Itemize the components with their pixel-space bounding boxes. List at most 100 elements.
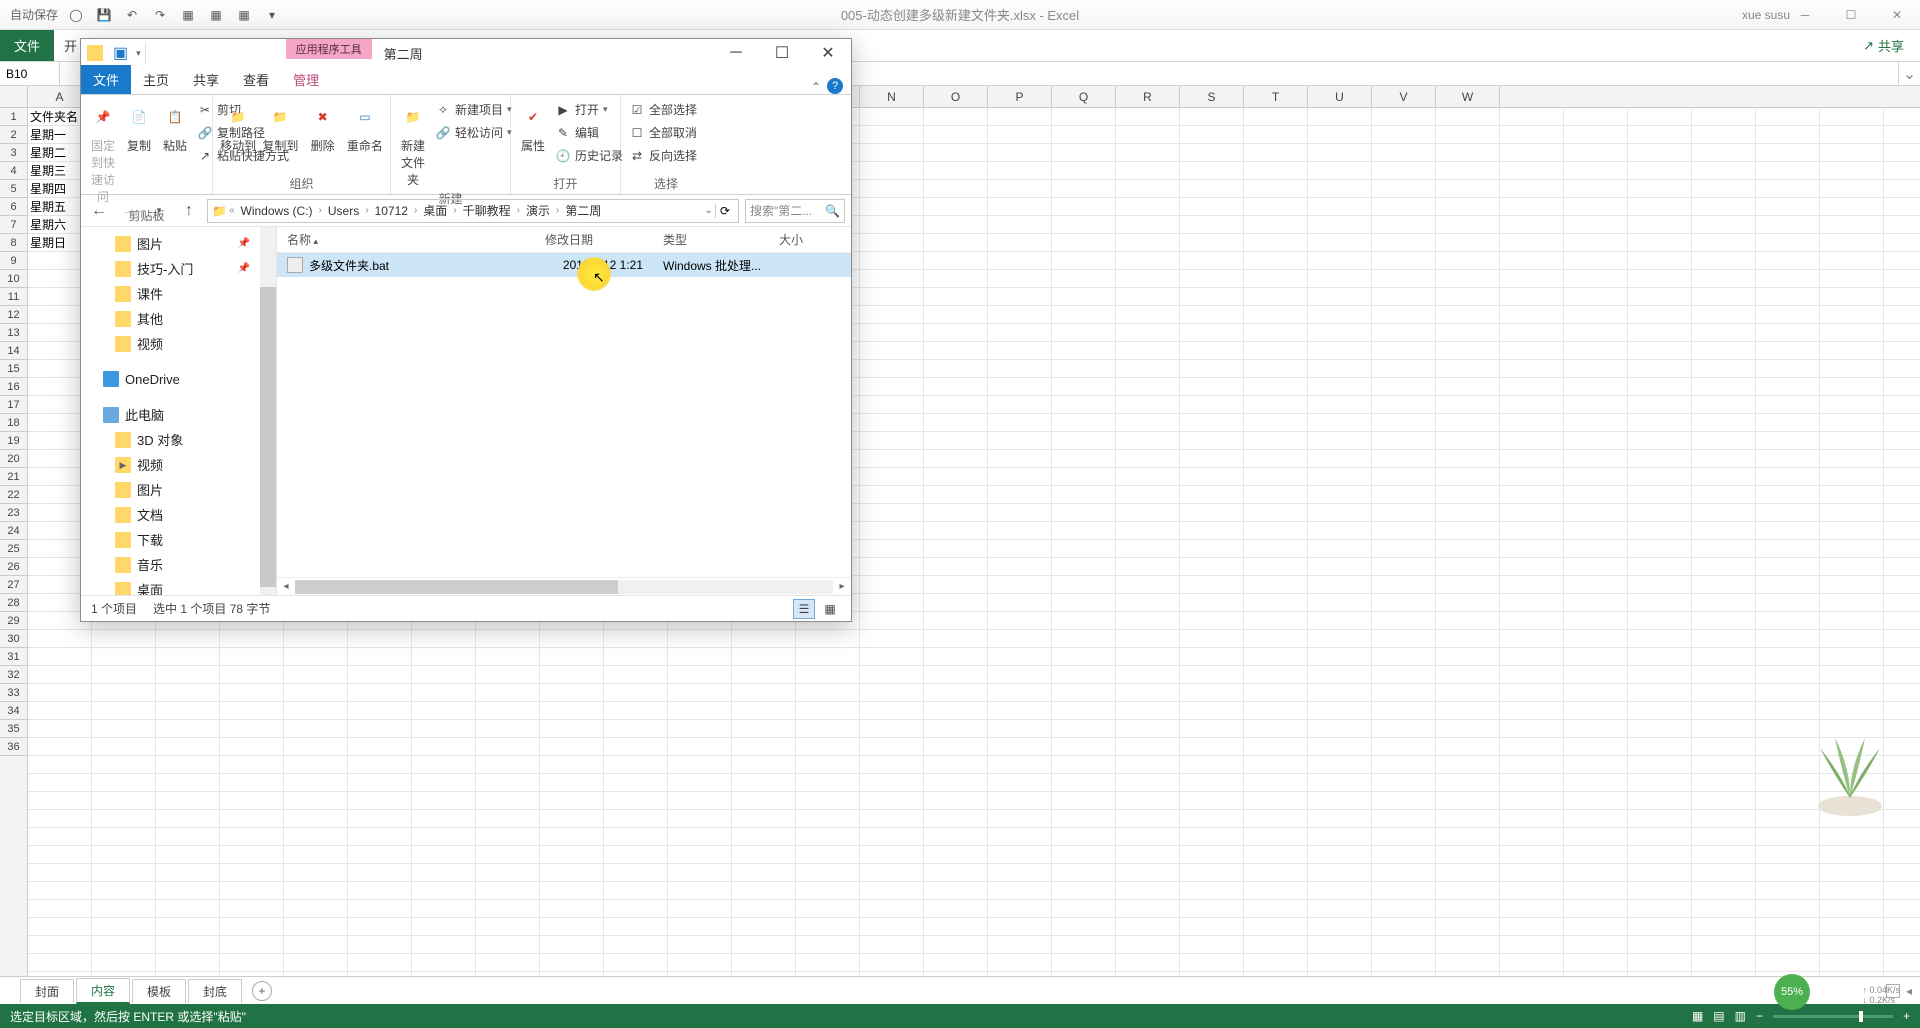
cell-A5[interactable]: 星期四 xyxy=(28,180,68,198)
nav-item-0[interactable]: 图片📌 xyxy=(81,231,276,256)
col-U[interactable]: U xyxy=(1308,86,1372,107)
row-32[interactable]: 32 xyxy=(0,666,27,684)
row-3[interactable]: 3 xyxy=(0,144,27,162)
nav-up-button[interactable]: ↑ xyxy=(177,199,201,223)
hscroll-left[interactable]: ◂ xyxy=(277,581,295,592)
hscroll-thumb[interactable] xyxy=(295,580,618,594)
cell-A1[interactable]: 文件夹名 xyxy=(28,108,80,126)
qat-dd-icon[interactable]: ▾ xyxy=(136,48,141,59)
sheet-tab-0[interactable]: 封面 xyxy=(20,979,74,1003)
open-button[interactable]: ▶打开 xyxy=(553,99,625,120)
col-name[interactable]: 名称 xyxy=(277,231,535,248)
hscroll-right[interactable]: ▸ xyxy=(833,581,851,592)
nav-item-12[interactable]: 音乐 xyxy=(81,552,276,577)
qat-btn-3[interactable]: ▦ xyxy=(234,5,254,25)
view-pagelayout-icon[interactable]: ▤ xyxy=(1713,1009,1724,1023)
row-5[interactable]: 5 xyxy=(0,180,27,198)
rename-button[interactable]: ▭重命名 xyxy=(346,99,384,154)
explorer-close-button[interactable]: ✕ xyxy=(805,39,851,67)
row-16[interactable]: 16 xyxy=(0,378,27,396)
row-8[interactable]: 8 xyxy=(0,234,27,252)
row-36[interactable]: 36 xyxy=(0,738,27,756)
cell-A8[interactable]: 星期日 xyxy=(28,234,68,252)
row-14[interactable]: 14 xyxy=(0,342,27,360)
select-none-button[interactable]: ☐全部取消 xyxy=(627,122,699,143)
history-button[interactable]: 🕘历史记录 xyxy=(553,145,625,166)
explorer-maximize-button[interactable]: ☐ xyxy=(759,39,805,67)
row-27[interactable]: 27 xyxy=(0,576,27,594)
copy-button[interactable]: 📄复制 xyxy=(123,99,155,154)
ribbon-tab-view[interactable]: 查看 xyxy=(231,65,281,94)
ribbon-tab-home[interactable]: 主页 xyxy=(131,65,181,94)
row-13[interactable]: 13 xyxy=(0,324,27,342)
col-P[interactable]: P xyxy=(988,86,1052,107)
row-6[interactable]: 6 xyxy=(0,198,27,216)
formula-expand-icon[interactable]: ⌄ xyxy=(1898,62,1920,85)
nav-item-4[interactable]: 视频 xyxy=(81,331,276,356)
row-30[interactable]: 30 xyxy=(0,630,27,648)
col-Q[interactable]: Q xyxy=(1052,86,1116,107)
ribbon-collapse-icon[interactable]: ⌃ xyxy=(811,80,821,94)
nav-forward-button[interactable]: → xyxy=(117,199,141,223)
col-S[interactable]: S xyxy=(1180,86,1244,107)
select-all-button[interactable]: ☑全部选择 xyxy=(627,99,699,120)
ribbon-tab-share[interactable]: 共享 xyxy=(181,65,231,94)
explorer-minimize-button[interactable]: ─ xyxy=(713,39,759,67)
crumb-6[interactable]: 第二周 xyxy=(561,202,605,219)
cell-A4[interactable]: 星期三 xyxy=(28,162,68,180)
autosave-toggle[interactable]: ◯ xyxy=(66,5,86,25)
row-1[interactable]: 1 xyxy=(0,108,27,126)
col-size[interactable]: 大小 xyxy=(769,231,829,248)
view-details-button[interactable]: ☰ xyxy=(793,599,815,619)
nav-item-9[interactable]: 图片 xyxy=(81,477,276,502)
view-pagebreak-icon[interactable]: ▥ xyxy=(1735,1009,1746,1023)
sheet-tab-1[interactable]: 内容 xyxy=(76,978,130,1004)
nav-recent-icon[interactable]: ▾ xyxy=(147,199,171,223)
refresh-button[interactable]: ⟳ xyxy=(715,204,734,218)
pin-quickaccess-button[interactable]: 📌固定到快速访问 xyxy=(87,99,119,205)
row-7[interactable]: 7 xyxy=(0,216,27,234)
row-20[interactable]: 20 xyxy=(0,450,27,468)
col-V[interactable]: V xyxy=(1372,86,1436,107)
nav-item-13[interactable]: 桌面 xyxy=(81,577,276,595)
move-to-button[interactable]: 📁移动到 xyxy=(219,99,257,154)
col-date[interactable]: 修改日期 xyxy=(535,231,653,248)
nav-item-7[interactable]: 3D 对象 xyxy=(81,427,276,452)
nav-item-8[interactable]: 视频 xyxy=(81,452,276,477)
file-hscroll[interactable]: ◂ ▸ xyxy=(277,577,851,595)
crumb-1[interactable]: Users xyxy=(324,204,363,218)
invert-selection-button[interactable]: ⇄反向选择 xyxy=(627,145,699,166)
row-25[interactable]: 25 xyxy=(0,540,27,558)
nav-scroll-thumb[interactable] xyxy=(260,287,276,587)
crumb-3[interactable]: 桌面 xyxy=(419,202,451,219)
row-15[interactable]: 15 xyxy=(0,360,27,378)
row-18[interactable]: 18 xyxy=(0,414,27,432)
name-box[interactable]: B10 xyxy=(0,62,60,85)
search-input[interactable]: 搜索"第二... 🔍 xyxy=(745,199,845,223)
qat-props-icon[interactable]: ▣ xyxy=(113,43,128,63)
sheet-tab-3[interactable]: 封底 xyxy=(188,979,242,1003)
nav-item-3[interactable]: 其他 xyxy=(81,306,276,331)
select-all-corner[interactable] xyxy=(0,86,28,107)
zoom-in-button[interactable]: + xyxy=(1903,1009,1910,1023)
nav-item-2[interactable]: 课件 xyxy=(81,281,276,306)
row-17[interactable]: 17 xyxy=(0,396,27,414)
explorer-titlebar[interactable]: ▣ ▾ 应用程序工具 第二周 ─ ☐ ✕ xyxy=(81,39,851,67)
navigation-pane[interactable]: 图片📌技巧-入门📌课件其他视频OneDrive此电脑3D 对象视频图片文档下载音… xyxy=(81,227,277,595)
nav-item-11[interactable]: 下载 xyxy=(81,527,276,552)
easy-access-button[interactable]: 🔗轻松访问 xyxy=(433,122,514,143)
ribbon-tab-file[interactable]: 文件 xyxy=(81,65,131,94)
paste-button[interactable]: 📋粘贴 xyxy=(159,99,191,154)
col-type[interactable]: 类型 xyxy=(653,231,769,248)
cell-A6[interactable]: 星期五 xyxy=(28,198,68,216)
row-24[interactable]: 24 xyxy=(0,522,27,540)
excel-close-button[interactable]: ✕ xyxy=(1874,1,1920,29)
excel-share-button[interactable]: ↗共享 xyxy=(1847,36,1920,55)
col-W[interactable]: W xyxy=(1436,86,1500,107)
nav-back-button[interactable]: ← xyxy=(87,199,111,223)
nav-item-5[interactable]: OneDrive xyxy=(81,368,276,390)
row-23[interactable]: 23 xyxy=(0,504,27,522)
col-T[interactable]: T xyxy=(1244,86,1308,107)
qat-btn-1[interactable]: ▦ xyxy=(178,5,198,25)
row-34[interactable]: 34 xyxy=(0,702,27,720)
